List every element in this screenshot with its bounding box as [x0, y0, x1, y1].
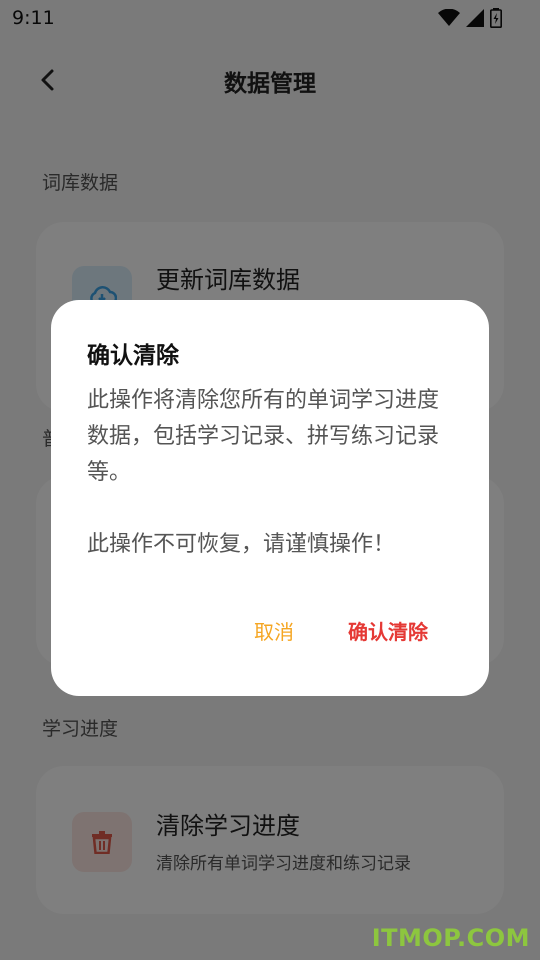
dialog-warning: 此操作不可恢复，请谨慎操作！: [87, 532, 396, 557]
confirm-clear-dialog: 确认清除 此操作将清除您所有的单词学习进度数据，包括学习记录、拼写练习记录等。 …: [51, 300, 489, 696]
dialog-title: 确认清除: [87, 343, 179, 369]
cancel-button[interactable]: 取消: [254, 616, 294, 645]
site-watermark: ITMOP.COM: [371, 924, 530, 952]
dialog-body: 此操作将清除您所有的单词学习进度数据，包括学习记录、拼写练习记录等。 此操作不可…: [87, 383, 457, 563]
confirm-clear-button[interactable]: 确认清除: [348, 616, 428, 645]
dialog-message: 此操作将清除您所有的单词学习进度数据，包括学习记录、拼写练习记录等。: [87, 388, 440, 485]
